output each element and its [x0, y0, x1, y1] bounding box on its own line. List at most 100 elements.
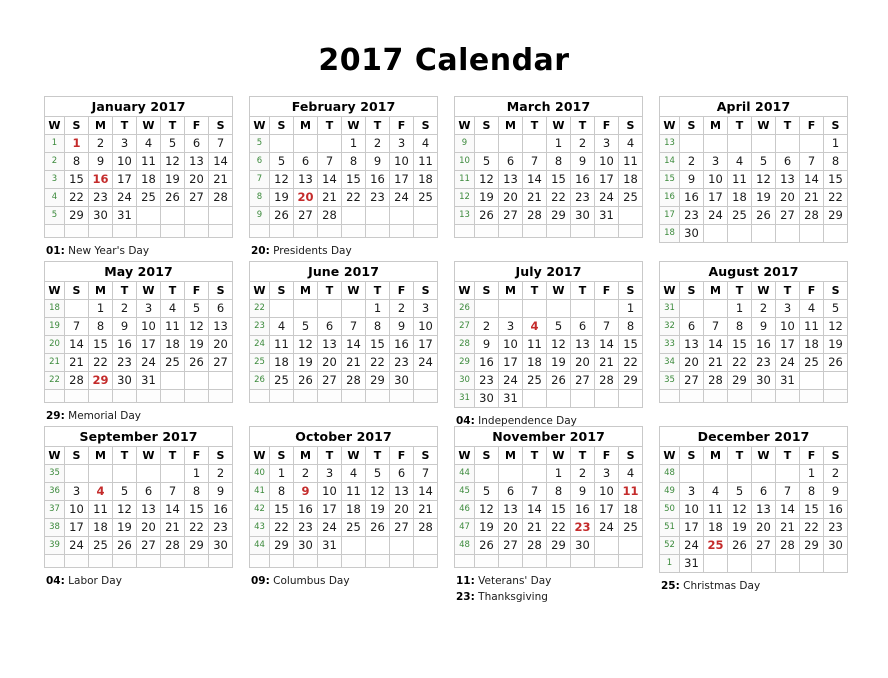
- day-cell[interactable]: 5: [269, 152, 294, 171]
- day-cell[interactable]: 11: [88, 500, 113, 519]
- day-cell[interactable]: 14: [207, 152, 234, 171]
- day-cell[interactable]: 18: [703, 518, 728, 537]
- day-cell[interactable]: 12: [727, 500, 752, 519]
- day-cell[interactable]: 6: [498, 482, 523, 501]
- day-cell[interactable]: 5: [184, 299, 209, 318]
- day-cell[interactable]: 5: [160, 134, 185, 153]
- day-cell[interactable]: 3: [498, 317, 523, 336]
- day-cell[interactable]: 16: [112, 335, 137, 354]
- day-cell[interactable]: 30: [474, 389, 499, 408]
- day-cell[interactable]: 6: [679, 317, 704, 336]
- day-cell[interactable]: 1: [727, 299, 752, 318]
- day-cell[interactable]: 13: [775, 170, 800, 189]
- day-cell[interactable]: 1: [341, 134, 366, 153]
- day-cell[interactable]: 24: [498, 371, 523, 390]
- day-cell[interactable]: 20: [317, 353, 342, 372]
- day-cell[interactable]: 3: [703, 152, 728, 171]
- day-cell[interactable]: 12: [822, 317, 849, 336]
- day-cell[interactable]: 22: [546, 188, 571, 207]
- day-cell[interactable]: 7: [594, 317, 619, 336]
- day-cell[interactable]: 2: [88, 134, 113, 153]
- day-cell-holiday[interactable]: 11: [617, 482, 644, 501]
- day-cell[interactable]: 8: [617, 317, 644, 336]
- day-cell[interactable]: 28: [341, 371, 366, 390]
- day-cell[interactable]: 21: [799, 188, 824, 207]
- day-cell[interactable]: 14: [775, 500, 800, 519]
- day-cell[interactable]: 11: [160, 317, 185, 336]
- day-cell[interactable]: 29: [727, 371, 752, 390]
- day-cell-holiday[interactable]: 4: [88, 482, 113, 501]
- day-cell[interactable]: 17: [136, 335, 161, 354]
- day-cell[interactable]: 21: [160, 518, 185, 537]
- day-cell[interactable]: 24: [703, 206, 728, 225]
- day-cell[interactable]: 13: [570, 335, 595, 354]
- day-cell[interactable]: 26: [546, 371, 571, 390]
- day-cell[interactable]: 30: [570, 536, 595, 555]
- day-cell[interactable]: 24: [64, 536, 89, 555]
- day-cell[interactable]: 5: [751, 152, 776, 171]
- day-cell[interactable]: 24: [679, 536, 704, 555]
- day-cell[interactable]: 4: [269, 317, 294, 336]
- day-cell[interactable]: 20: [570, 353, 595, 372]
- day-cell[interactable]: 16: [751, 335, 776, 354]
- day-cell[interactable]: 7: [341, 317, 366, 336]
- day-cell[interactable]: 22: [727, 353, 752, 372]
- day-cell[interactable]: 16: [679, 188, 704, 207]
- day-cell[interactable]: 11: [341, 482, 366, 501]
- day-cell[interactable]: 9: [570, 482, 595, 501]
- day-cell[interactable]: 4: [341, 464, 366, 483]
- day-cell[interactable]: 18: [160, 335, 185, 354]
- day-cell[interactable]: 1: [546, 134, 571, 153]
- day-cell[interactable]: 1: [365, 299, 390, 318]
- day-cell[interactable]: 23: [365, 188, 390, 207]
- day-cell[interactable]: 24: [389, 188, 414, 207]
- day-cell[interactable]: 19: [546, 353, 571, 372]
- day-cell[interactable]: 25: [412, 188, 439, 207]
- day-cell-holiday[interactable]: 29: [88, 371, 113, 390]
- day-cell[interactable]: 10: [679, 500, 704, 519]
- day-cell[interactable]: 27: [389, 518, 414, 537]
- day-cell[interactable]: 28: [64, 371, 89, 390]
- day-cell[interactable]: 31: [594, 206, 619, 225]
- day-cell[interactable]: 1: [269, 464, 294, 483]
- day-cell[interactable]: 10: [317, 482, 342, 501]
- day-cell[interactable]: 10: [389, 152, 414, 171]
- day-cell[interactable]: 30: [112, 371, 137, 390]
- day-cell[interactable]: 23: [822, 518, 849, 537]
- day-cell[interactable]: 27: [136, 536, 161, 555]
- day-cell[interactable]: 13: [751, 500, 776, 519]
- day-cell[interactable]: 12: [751, 170, 776, 189]
- day-cell[interactable]: 23: [389, 353, 414, 372]
- day-cell[interactable]: 2: [751, 299, 776, 318]
- day-cell[interactable]: 18: [412, 170, 439, 189]
- day-cell[interactable]: 28: [594, 371, 619, 390]
- day-cell[interactable]: 28: [703, 371, 728, 390]
- day-cell[interactable]: 20: [207, 335, 234, 354]
- day-cell[interactable]: 31: [775, 371, 800, 390]
- day-cell[interactable]: 9: [751, 317, 776, 336]
- day-cell[interactable]: 14: [703, 335, 728, 354]
- day-cell[interactable]: 22: [64, 188, 89, 207]
- day-cell[interactable]: 20: [679, 353, 704, 372]
- day-cell[interactable]: 14: [799, 170, 824, 189]
- day-cell[interactable]: 4: [727, 152, 752, 171]
- day-cell[interactable]: 22: [617, 353, 644, 372]
- day-cell[interactable]: 17: [317, 500, 342, 519]
- day-cell[interactable]: 13: [317, 335, 342, 354]
- day-cell[interactable]: 20: [389, 500, 414, 519]
- day-cell[interactable]: 31: [498, 389, 523, 408]
- day-cell[interactable]: 6: [389, 464, 414, 483]
- day-cell[interactable]: 27: [679, 371, 704, 390]
- day-cell[interactable]: 14: [522, 170, 547, 189]
- day-cell[interactable]: 12: [184, 317, 209, 336]
- day-cell[interactable]: 28: [160, 536, 185, 555]
- day-cell[interactable]: 25: [522, 371, 547, 390]
- day-cell[interactable]: 5: [293, 317, 318, 336]
- day-cell[interactable]: 17: [64, 518, 89, 537]
- day-cell[interactable]: 24: [412, 353, 439, 372]
- day-cell[interactable]: 1: [184, 464, 209, 483]
- day-cell[interactable]: 1: [88, 299, 113, 318]
- day-cell[interactable]: 25: [269, 371, 294, 390]
- day-cell[interactable]: 28: [412, 518, 439, 537]
- day-cell[interactable]: 29: [823, 206, 848, 225]
